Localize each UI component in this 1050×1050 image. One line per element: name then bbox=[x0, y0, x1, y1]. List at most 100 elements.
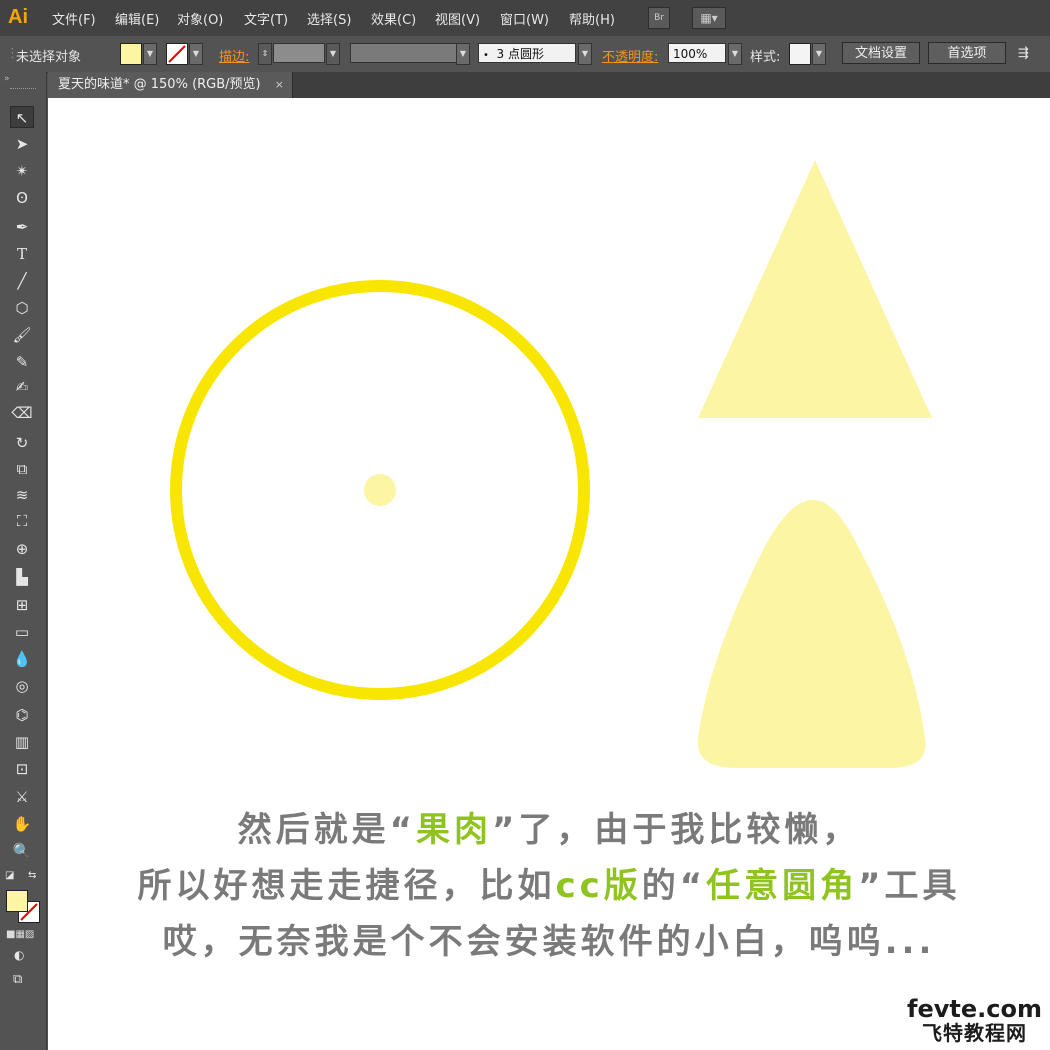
opacity-dropdown[interactable]: ▼ bbox=[728, 43, 742, 65]
stroke-swatch[interactable] bbox=[166, 43, 188, 65]
blob-brush-tool-icon[interactable]: ✍ bbox=[10, 376, 34, 398]
paintbrush-tool-icon[interactable]: 🖌 bbox=[10, 324, 34, 346]
stroke-weight-stepper[interactable]: ⇕ bbox=[258, 43, 272, 65]
caption-text: 哎，无奈我是个不会安装软件的小白，呜呜... bbox=[162, 922, 936, 962]
chevron-down-icon: ▼ bbox=[192, 49, 200, 58]
watermark: fevte.com 飞特教程网 bbox=[907, 996, 1042, 1044]
free-transform-tool-icon[interactable]: ⛶ bbox=[10, 510, 34, 532]
brush-dropdown[interactable]: ▼ bbox=[578, 43, 592, 65]
pulp-triangle[interactable] bbox=[698, 160, 932, 418]
stroke-dropdown[interactable]: ▼ bbox=[189, 43, 203, 65]
dot-icon: • bbox=[483, 50, 489, 61]
fill-color-box[interactable] bbox=[6, 890, 28, 912]
close-icon[interactable]: × bbox=[275, 72, 284, 98]
selection-tool-icon[interactable]: ↖ bbox=[10, 106, 34, 128]
panel-grip bbox=[10, 88, 36, 91]
pencil-tool-icon[interactable]: ✎ bbox=[10, 351, 34, 373]
color-mode-icons[interactable]: ■▦▨ bbox=[6, 929, 34, 940]
caption-text: ”工具 bbox=[858, 866, 961, 906]
caption-text: ”了，由于我比较懒， bbox=[492, 810, 861, 850]
artboard-tool-icon[interactable]: ⊡ bbox=[10, 758, 34, 780]
zoom-tool-icon[interactable]: 🔍 bbox=[10, 840, 34, 862]
arrange-documents-button[interactable]: ▦▾ bbox=[692, 7, 726, 29]
menu-effect[interactable]: 效果(C) bbox=[371, 9, 416, 28]
selection-status: 未选择对象 bbox=[16, 50, 82, 65]
mesh-tool-icon[interactable]: ⊞ bbox=[10, 594, 34, 616]
artboard-canvas[interactable]: 然后就是“果肉”了，由于我比较懒， 所以好想走走捷径，比如cc版的“任意圆角”工… bbox=[48, 98, 1050, 1050]
line-tool-icon[interactable]: ╱ bbox=[10, 270, 34, 292]
chevron-down-icon: ▼ bbox=[146, 49, 154, 58]
chevron-down-icon: ▼ bbox=[815, 49, 823, 58]
collapse-icon[interactable]: » bbox=[4, 74, 10, 84]
tools-panel: » ↖ ➤ ✴ ʘ ✒ T ╱ ⬡ 🖌 ✎ ✍ ⌫ ↻ ⧉ ≋ ⛶ ⊕ ▙ ⊞ … bbox=[0, 72, 47, 1050]
caption-text: 然后就是“ bbox=[237, 810, 416, 850]
panel-menu-icon[interactable]: ⇶ bbox=[1018, 46, 1029, 61]
eraser-tool-icon[interactable]: ⌫ bbox=[10, 402, 34, 424]
brush-definition-field[interactable]: • 3 点圆形 bbox=[478, 43, 576, 63]
stepper-icon: ⇕ bbox=[261, 49, 269, 58]
drawing-mode-icon[interactable]: ◐ bbox=[14, 948, 24, 962]
opacity-label[interactable]: 不透明度: bbox=[602, 46, 658, 65]
warp-tool-icon[interactable]: ≋ bbox=[10, 484, 34, 506]
screen-mode-icon[interactable]: ⧉ bbox=[13, 972, 22, 987]
variable-width-profile[interactable] bbox=[350, 43, 458, 63]
brush-value: 3 点圆形 bbox=[496, 47, 544, 61]
default-colors-icon[interactable]: ◪ bbox=[5, 870, 14, 881]
hand-tool-icon[interactable]: ✋ bbox=[10, 813, 34, 835]
stroke-label[interactable]: 描边: bbox=[219, 46, 249, 65]
artwork bbox=[170, 160, 932, 768]
menu-file[interactable]: 文件(F) bbox=[52, 9, 96, 28]
caption-text: 的“ bbox=[641, 866, 707, 906]
direct-selection-tool-icon[interactable]: ➤ bbox=[10, 133, 34, 155]
stroke-weight-dropdown[interactable]: ▼ bbox=[326, 43, 340, 65]
watermark-domain: fevte.com bbox=[907, 995, 1042, 1023]
menu-view[interactable]: 视图(V) bbox=[435, 9, 480, 28]
lemon-center-dot[interactable] bbox=[364, 474, 396, 506]
pen-tool-icon[interactable]: ✒ bbox=[10, 216, 34, 238]
rounded-pulp-triangle[interactable] bbox=[697, 500, 926, 768]
gradient-tool-icon[interactable]: ▭ bbox=[10, 621, 34, 643]
document-tab-strip: 夏天的味道* @ 150% (RGB/预览) × bbox=[48, 72, 1050, 98]
rotate-tool-icon[interactable]: ↻ bbox=[10, 432, 34, 454]
caption-line-3: 哎，无奈我是个不会安装软件的小白，呜呜... bbox=[48, 914, 1050, 963]
document-tab[interactable]: 夏天的味道* @ 150% (RGB/预览) × bbox=[48, 72, 293, 98]
column-graph-tool-icon[interactable]: ▥ bbox=[10, 731, 34, 753]
document-setup-button[interactable]: 文档设置 bbox=[842, 42, 920, 64]
caption-highlight: 任意圆角 bbox=[706, 866, 859, 906]
eyedropper-tool-icon[interactable]: 💧 bbox=[10, 648, 34, 670]
scale-tool-icon[interactable]: ⧉ bbox=[10, 458, 34, 480]
opacity-field[interactable]: 100% bbox=[668, 43, 726, 63]
perspective-grid-tool-icon[interactable]: ▙ bbox=[10, 566, 34, 588]
caption-text: 所以好想走走捷径，比如 bbox=[137, 866, 556, 906]
symbol-sprayer-tool-icon[interactable]: ⌬ bbox=[10, 704, 34, 726]
style-dropdown[interactable]: ▼ bbox=[812, 43, 826, 65]
menu-type[interactable]: 文字(T) bbox=[244, 9, 288, 28]
blend-tool-icon[interactable]: ◎ bbox=[10, 675, 34, 697]
caption-highlight: cc版 bbox=[555, 866, 642, 906]
caption-line-1: 然后就是“果肉”了，由于我比较懒， bbox=[48, 802, 1050, 851]
menu-edit[interactable]: 编辑(E) bbox=[115, 9, 159, 28]
menu-object[interactable]: 对象(O) bbox=[177, 9, 223, 28]
polygon-tool-icon[interactable]: ⬡ bbox=[10, 297, 34, 319]
menu-select[interactable]: 选择(S) bbox=[307, 9, 351, 28]
menu-window[interactable]: 窗口(W) bbox=[500, 9, 549, 28]
swap-colors-icon[interactable]: ⇆ bbox=[28, 870, 36, 881]
fill-dropdown[interactable]: ▼ bbox=[143, 43, 157, 65]
caption-highlight: 果肉 bbox=[416, 810, 492, 850]
stroke-weight-field[interactable] bbox=[273, 43, 325, 63]
document-tab-title: 夏天的味道* @ 150% (RGB/预览) bbox=[58, 77, 261, 92]
type-tool-icon[interactable]: T bbox=[10, 243, 34, 265]
preferences-button[interactable]: 首选项 bbox=[928, 42, 1006, 64]
grid-icon: ▦▾ bbox=[700, 11, 718, 25]
control-bar: ⋮ 未选择对象 ▼ ▼ 描边: ⇕ ▼ ▼ • 3 点圆形 ▼ 不透明度: 10… bbox=[0, 36, 1050, 73]
profile-dropdown[interactable]: ▼ bbox=[456, 43, 470, 65]
menu-help[interactable]: 帮助(H) bbox=[569, 9, 615, 28]
magic-wand-tool-icon[interactable]: ✴ bbox=[10, 160, 34, 182]
fill-swatch[interactable] bbox=[120, 43, 142, 65]
watermark-site-name: 飞特教程网 bbox=[922, 1021, 1028, 1045]
style-swatch[interactable] bbox=[789, 43, 811, 65]
bridge-button[interactable]: Br bbox=[648, 7, 670, 29]
lasso-tool-icon[interactable]: ʘ bbox=[10, 187, 34, 209]
shape-builder-tool-icon[interactable]: ⊕ bbox=[10, 538, 34, 560]
slice-tool-icon[interactable]: ⚔ bbox=[10, 786, 34, 808]
